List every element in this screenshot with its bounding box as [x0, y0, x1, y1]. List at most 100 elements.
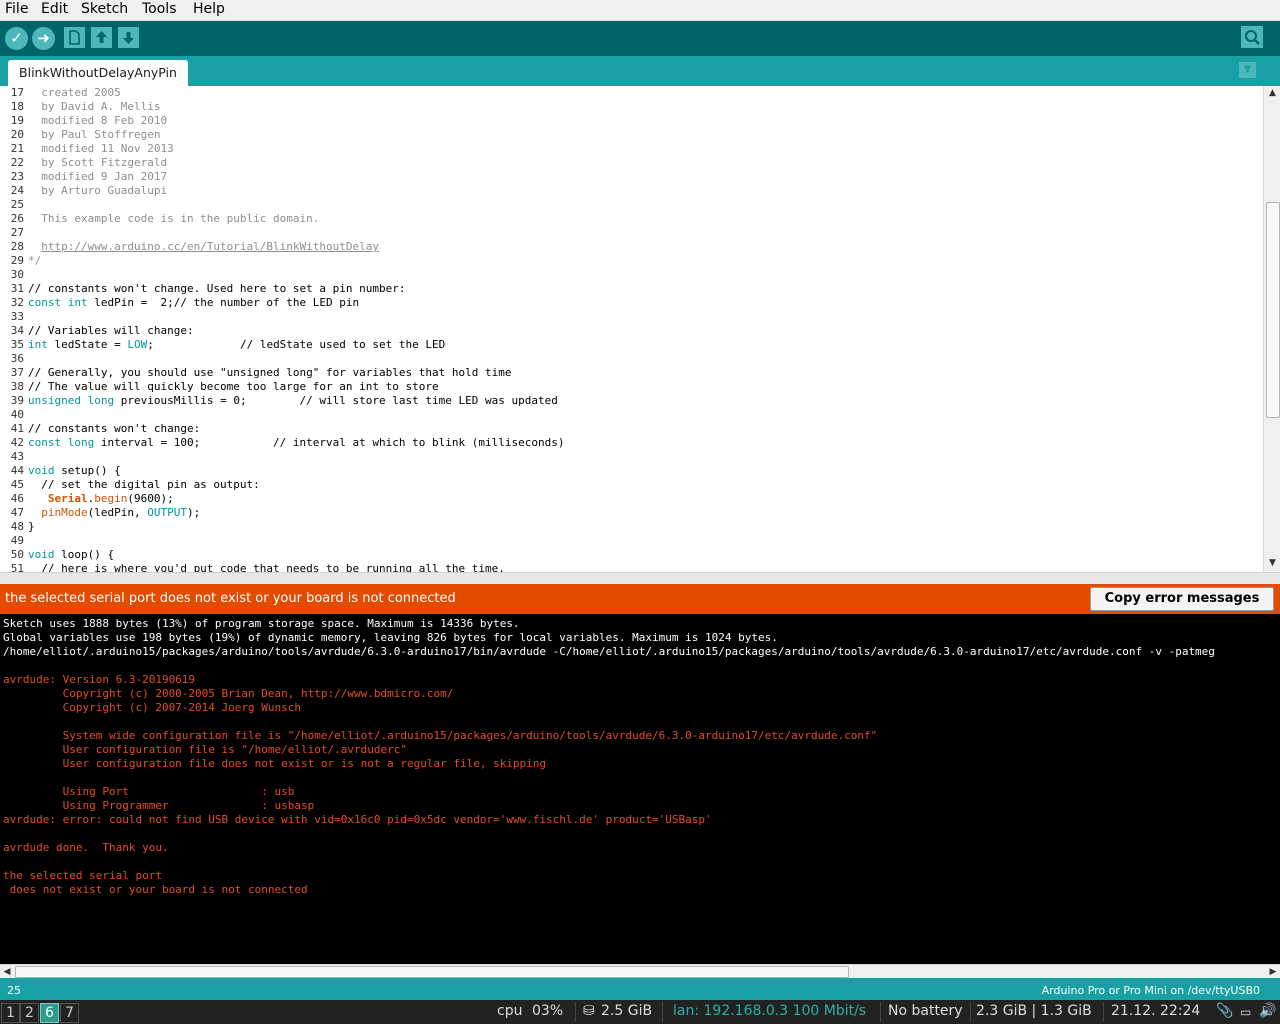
code-line: 40 — [0, 408, 1263, 422]
status-bar: 25 Arduino Pro or Pro Mini on /dev/ttyUS… — [0, 978, 1280, 1000]
line-number: 18 — [10, 100, 24, 113]
code-text: const long interval = 100; // interval a… — [28, 436, 565, 449]
code-text: created 2005 — [28, 86, 121, 99]
scroll-up-icon[interactable]: ▲ — [1264, 86, 1280, 100]
new-button[interactable] — [64, 27, 85, 48]
line-number: 46 — [10, 492, 24, 505]
save-button[interactable] — [118, 27, 139, 48]
workspace-2[interactable]: 2 — [20, 1003, 39, 1023]
tab-menu-button[interactable]: ▼ — [1239, 62, 1256, 78]
console-line: Copyright (c) 2000-2005 Brian Dean, http… — [3, 687, 454, 700]
code-line: 32 const int ledPin = 2;// the number of … — [0, 296, 1263, 310]
console-horizontal-scrollbar[interactable]: ◀ ▶ — [0, 964, 1280, 979]
copy-error-messages-button[interactable]: Copy error messages — [1090, 587, 1274, 611]
code-text: void setup() { — [28, 464, 121, 477]
code-text: modified 11 Nov 2013 — [28, 142, 174, 155]
arrow-down-icon — [123, 32, 134, 44]
scrollbar-thumb[interactable] — [1266, 202, 1280, 418]
line-number: 32 — [10, 296, 24, 309]
code-line: 26 This example code is in the public do… — [0, 212, 1263, 226]
code-editor[interactable]: 17 created 2005 18 by David A. Mellis 19 m… — [0, 86, 1263, 572]
menu-edit[interactable]: Edit — [41, 1, 68, 17]
code-text: int ledState = LOW; // ledState used to … — [28, 338, 446, 351]
console-line: Global variables use 198 bytes (19%) of … — [3, 631, 778, 644]
menu-sketch[interactable]: Sketch — [81, 1, 128, 17]
code-line: 21 modified 11 Nov 2013 — [0, 142, 1263, 156]
scroll-right-icon[interactable]: ▶ — [1266, 965, 1280, 979]
code-line: 18 by David A. Mellis — [0, 100, 1263, 114]
cpu-value: 03% — [532, 1003, 564, 1019]
volume-icon[interactable]: 🔊 — [1259, 1003, 1276, 1019]
line-number: 48 — [10, 520, 24, 533]
console-line: avrdude: error: could not find USB devic… — [3, 813, 712, 826]
code-text: // Variables will change: — [28, 324, 194, 337]
code-text: by David A. Mellis — [28, 100, 161, 113]
workspace-6[interactable]: 6 — [40, 1003, 59, 1023]
scroll-down-icon[interactable]: ▼ — [1264, 556, 1280, 570]
code-text: by Paul Stoffregen — [28, 128, 161, 141]
board-port-info: Arduino Pro or Pro Mini on /dev/ttyUSB0 — [1041, 984, 1260, 997]
line-number: 31 — [10, 282, 24, 295]
line-number: 39 — [10, 394, 24, 407]
line-number: 20 — [10, 128, 24, 141]
code-line: 23 modified 9 Jan 2017 — [0, 170, 1263, 184]
line-number: 50 — [10, 548, 24, 561]
line-number: 35 — [10, 338, 24, 351]
line-number: 26 — [10, 212, 24, 225]
code-line: 46 Serial.begin(9600); — [0, 492, 1263, 506]
upload-button[interactable]: ➜ — [32, 27, 55, 50]
serial-monitor-button[interactable] — [1241, 26, 1263, 48]
console-line: avrdude: Version 6.3-20190619 — [3, 673, 196, 686]
menu-file[interactable]: File — [5, 1, 28, 17]
tab-bar: BlinkWithoutDelayAnyPin ▼ — [0, 56, 1280, 86]
line-number: 38 — [10, 380, 24, 393]
code-text: unsigned long previousMillis = 0; // wil… — [28, 394, 558, 407]
line-number: 34 — [10, 324, 24, 337]
code-line: 45 // set the digital pin as output: — [0, 478, 1263, 492]
arrow-right-icon: ➜ — [37, 29, 50, 47]
code-line: 24 by Arturo Guadalupi — [0, 184, 1263, 198]
code-text: // set the digital pin as output: — [28, 478, 260, 491]
paperclip-icon[interactable]: 📎 — [1216, 1003, 1233, 1019]
open-button[interactable] — [91, 27, 112, 48]
code-line: 29 */ — [0, 254, 1263, 268]
menu-help[interactable]: Help — [193, 1, 225, 17]
menu-tools[interactable]: Tools — [142, 1, 177, 17]
code-text: by Scott Fitzgerald — [28, 156, 168, 169]
disk-icon: ⛁ — [583, 1003, 595, 1019]
menu-bar: File Edit Sketch Tools Help — [0, 0, 1280, 21]
code-line: 47 pinMode(ledPin, OUTPUT); — [0, 506, 1263, 520]
code-line: 43 — [0, 450, 1263, 464]
console-output[interactable]: Sketch uses 1888 bytes (13%) of program … — [0, 614, 1280, 964]
line-number: 30 — [10, 268, 24, 281]
code-line: 48} — [0, 520, 1263, 534]
verify-button[interactable]: ✓ — [5, 27, 28, 50]
workspace-7[interactable]: 7 — [60, 1003, 79, 1023]
code-text: } — [28, 520, 35, 533]
window-icon[interactable]: ▭ — [1240, 1005, 1251, 1019]
console-line: Sketch uses 1888 bytes (13%) of program … — [3, 617, 520, 630]
cpu-label: cpu — [497, 1003, 523, 1019]
line-number: 45 — [10, 478, 24, 491]
editor-vertical-scrollbar[interactable]: ▲ ▼ — [1263, 86, 1280, 572]
scrollbar-thumb[interactable] — [15, 966, 849, 978]
new-document-icon — [69, 30, 80, 45]
line-number: 29 — [10, 254, 24, 267]
console-line: System wide configuration file is "/home… — [3, 729, 878, 742]
line-number: 43 — [10, 450, 24, 463]
line-number: 49 — [10, 534, 24, 547]
workspace-1[interactable]: 1 — [1, 1003, 20, 1023]
arrow-up-icon — [96, 31, 107, 43]
line-number: 27 — [10, 226, 24, 239]
console-line: User configuration file is "/home/elliot… — [3, 743, 407, 756]
tab-sketch[interactable]: BlinkWithoutDelayAnyPin — [8, 60, 188, 86]
disk-usage: 2.5 GiB — [601, 1003, 653, 1019]
line-number: 33 — [10, 310, 24, 323]
line-number: 47 — [10, 506, 24, 519]
error-bar: the selected serial port does not exist … — [0, 584, 1280, 614]
line-number: 41 — [10, 422, 24, 435]
code-text: // Generally, you should use "unsigned l… — [28, 366, 512, 379]
scroll-left-icon[interactable]: ◀ — [0, 965, 14, 979]
memory-usage: 2.3 GiB | 1.3 GiB — [976, 1003, 1092, 1019]
code-line: 19 modified 8 Feb 2010 — [0, 114, 1263, 128]
